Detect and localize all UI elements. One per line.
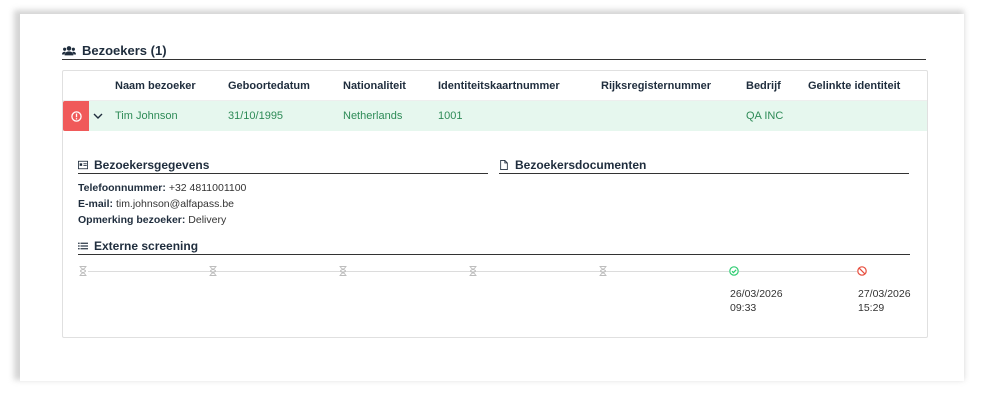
email-line: E-mail: tim.johnson@alfapass.be bbox=[78, 198, 234, 210]
visitors-panel: Bezoekers (1) Naam bezoeker Geboortedatu… bbox=[20, 14, 964, 381]
hourglass-icon bbox=[468, 266, 478, 276]
external-screening-title-text: Externe screening bbox=[94, 239, 199, 253]
visitor-details-title-text: Bezoekersgegevens bbox=[94, 158, 210, 172]
remark-label: Opmerking bezoeker: bbox=[78, 214, 186, 226]
alert-circle-icon bbox=[70, 110, 82, 122]
visitors-section-title: Bezoekers (1) bbox=[62, 42, 926, 60]
hourglass-icon bbox=[78, 266, 88, 276]
screening-success-date: 26/03/2026 bbox=[730, 288, 783, 300]
email-value: tim.johnson@alfapass.be bbox=[115, 198, 234, 210]
col-national-register[interactable]: Rijksregisternummer bbox=[601, 80, 711, 92]
hourglass-icon bbox=[598, 266, 608, 276]
screening-success-time: 09:33 bbox=[730, 302, 757, 314]
hourglass-icon bbox=[338, 266, 348, 276]
expand-toggle[interactable] bbox=[91, 109, 105, 123]
table-row[interactable]: Tim Johnson 31/10/1995 Netherlands 1001 … bbox=[63, 101, 927, 131]
visitor-documents-title-text: Bezoekersdocumenten bbox=[515, 158, 647, 172]
screening-denied-datetime: 27/03/2026 15:29 bbox=[858, 287, 911, 315]
visitor-card: Naam bezoeker Geboortedatum Nationalitei… bbox=[62, 70, 928, 338]
alert-button[interactable] bbox=[63, 101, 89, 131]
col-nationality[interactable]: Nationaliteit bbox=[343, 80, 406, 92]
table-header: Naam bezoeker Geboortedatum Nationalitei… bbox=[63, 71, 927, 101]
col-id-number[interactable]: Identiteitskaartnummer bbox=[438, 80, 560, 92]
phone-label: Telefoonnummer: bbox=[78, 182, 166, 194]
remark-value: Delivery bbox=[188, 214, 227, 226]
cell-company: QA INC bbox=[746, 110, 784, 122]
remark-line: Opmerking bezoeker: Delivery bbox=[78, 214, 226, 226]
id-card-icon bbox=[78, 160, 88, 170]
col-company[interactable]: Bedrijf bbox=[746, 80, 781, 92]
screening-denied-time: 15:29 bbox=[858, 302, 885, 314]
section-title-text: Bezoekers (1) bbox=[82, 43, 167, 58]
email-label: E-mail: bbox=[78, 198, 114, 210]
visitor-details-title: Bezoekersgegevens bbox=[78, 157, 488, 174]
external-screening-title: Externe screening bbox=[78, 238, 910, 255]
cell-name: Tim Johnson bbox=[115, 110, 178, 122]
chevron-down-icon bbox=[93, 113, 103, 119]
cell-id-number: 1001 bbox=[438, 110, 463, 122]
users-icon bbox=[62, 45, 76, 55]
hourglass-icon bbox=[208, 266, 218, 276]
screening-success-datetime: 26/03/2026 09:33 bbox=[730, 287, 783, 315]
phone-value: +32 4811001100 bbox=[168, 182, 247, 194]
visitor-documents-title: Bezoekersdocumenten bbox=[499, 157, 909, 174]
col-name[interactable]: Naam bezoeker bbox=[115, 80, 196, 92]
list-icon bbox=[78, 242, 88, 250]
cell-nationality: Netherlands bbox=[343, 110, 403, 122]
col-birthdate[interactable]: Geboortedatum bbox=[228, 80, 310, 92]
col-linked-identity[interactable]: Gelinkte identiteit bbox=[808, 80, 900, 92]
document-icon bbox=[500, 160, 508, 170]
ban-circle-icon bbox=[857, 266, 867, 276]
screening-denied-date: 27/03/2026 bbox=[858, 288, 911, 300]
check-circle-icon bbox=[729, 266, 739, 276]
phone-line: Telefoonnummer: +32 4811001100 bbox=[78, 182, 246, 194]
cell-birthdate: 31/10/1995 bbox=[228, 110, 284, 122]
